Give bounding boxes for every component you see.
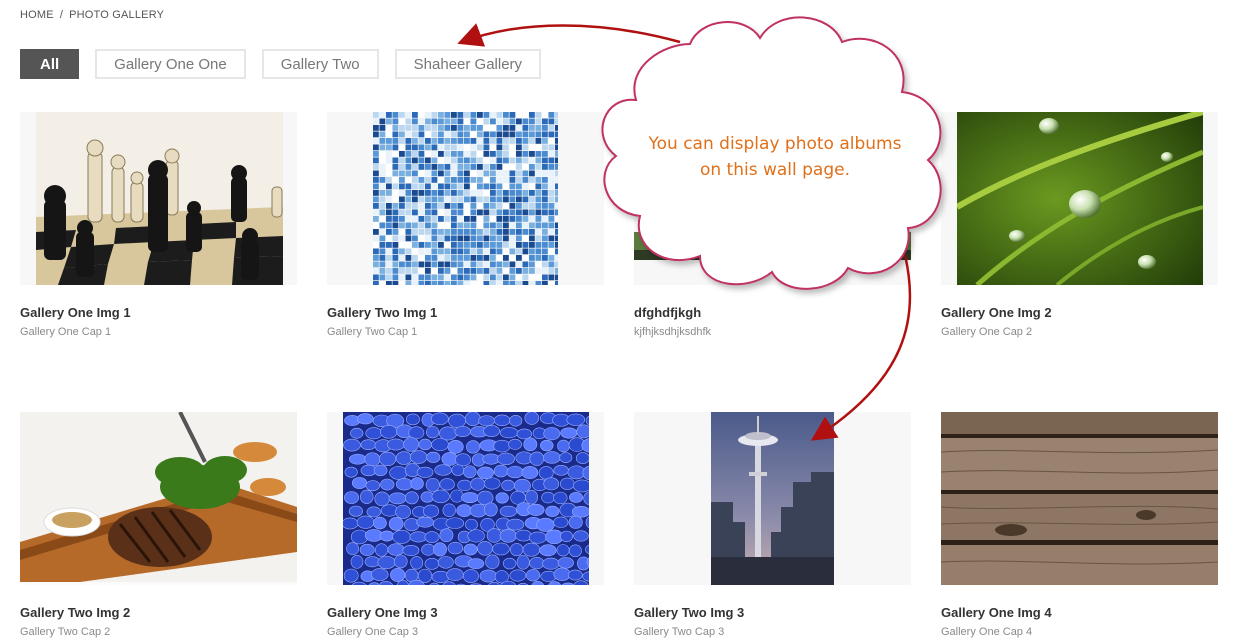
callout-text: You can display photo albums on this wal… [648, 134, 902, 180]
arrow-to-filters [457, 23, 681, 47]
callout-annotation [457, 16, 942, 441]
